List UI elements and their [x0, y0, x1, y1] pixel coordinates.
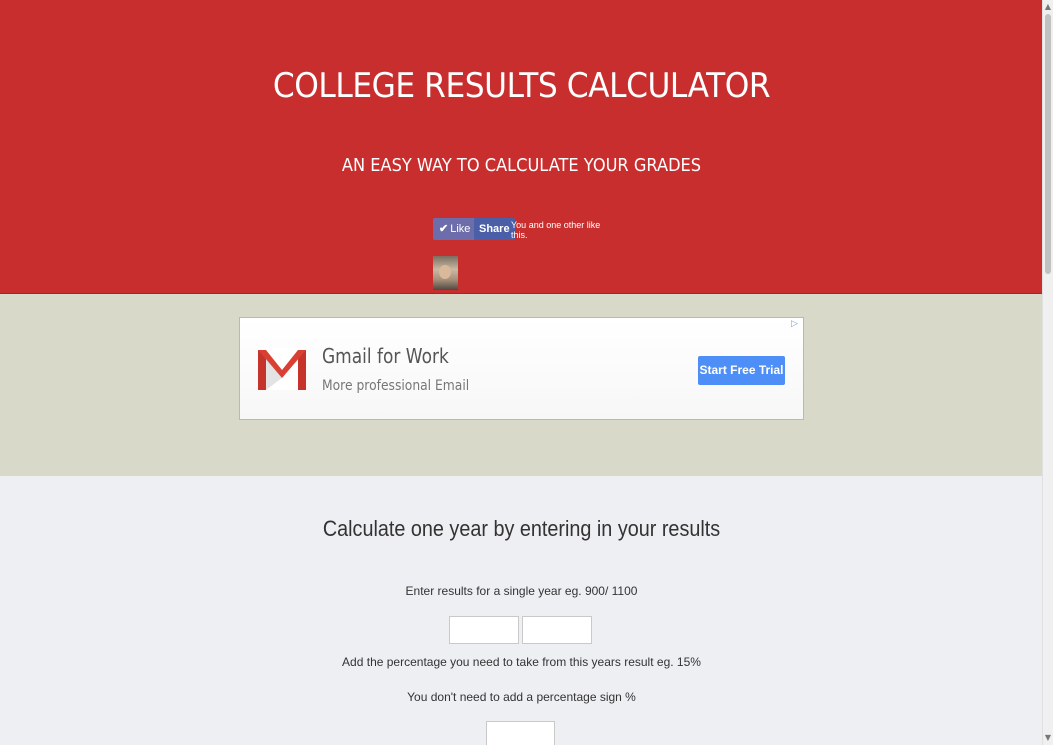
- result-total-input[interactable]: [522, 616, 592, 644]
- facebook-social-text: You and one other like this.: [511, 220, 601, 240]
- gmail-ad[interactable]: ▷ Gmail for Work More professional Email…: [239, 317, 804, 420]
- start-free-trial-button[interactable]: Start Free Trial: [698, 356, 785, 385]
- scroll-up-arrow-icon[interactable]: ▲: [1044, 2, 1052, 12]
- page-title: COLLEGE RESULTS CALCULATOR: [272, 66, 771, 106]
- percentage-note: You don't need to add a percentage sign …: [407, 690, 636, 704]
- result-obtained-input[interactable]: [449, 616, 519, 644]
- avatar-face: [439, 265, 451, 279]
- page-subtitle: AN EASY WAY TO CALCULATE YOUR GRADES: [341, 155, 702, 176]
- results-label: Enter results for a single year eg. 900/…: [405, 584, 638, 598]
- ad-subtitle: More professional Email: [322, 378, 470, 394]
- facebook-share-button[interactable]: Share: [474, 218, 515, 240]
- friend-avatar[interactable]: [433, 256, 458, 290]
- scrollbar-thumb[interactable]: [1045, 14, 1051, 274]
- gmail-logo-icon: [258, 348, 306, 390]
- percentage-label: Add the percentage you need to take from…: [342, 655, 701, 669]
- calculator-heading: Calculate one year by entering in your r…: [322, 516, 721, 541]
- scroll-down-arrow-icon[interactable]: ▼: [1044, 733, 1052, 743]
- page-scrollbar[interactable]: ▲ ▼: [1042, 0, 1053, 745]
- facebook-like-label: Like: [450, 223, 471, 235]
- check-icon: ✔: [439, 223, 449, 235]
- header-banner: COLLEGE RESULTS CALCULATOR AN EASY WAY T…: [0, 0, 1043, 294]
- percentage-input[interactable]: [486, 721, 555, 745]
- ad-title: Gmail for Work: [322, 344, 449, 368]
- facebook-like-button[interactable]: ✔ Like: [433, 218, 477, 240]
- adchoices-icon[interactable]: ▷: [791, 319, 801, 329]
- page: COLLEGE RESULTS CALCULATOR AN EASY WAY T…: [0, 0, 1053, 745]
